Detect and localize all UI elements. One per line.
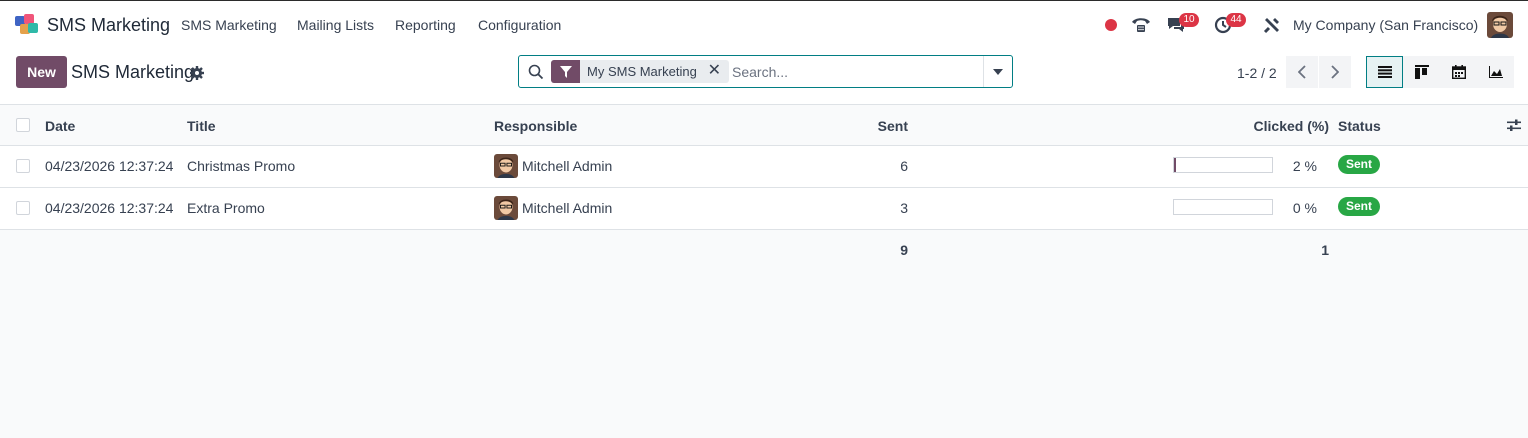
messages-count-badge: 10 — [1179, 13, 1199, 27]
breadcrumb: SMS Marketing — [71, 62, 195, 82]
pager-value[interactable]: 1-2 / 2 — [1237, 65, 1277, 81]
calendar-view-button[interactable] — [1440, 56, 1477, 88]
facet-close-icon[interactable]: ✕ — [708, 63, 721, 79]
menu-reporting[interactable]: Reporting — [395, 17, 456, 33]
select-all-checkbox[interactable] — [16, 118, 30, 132]
table-row[interactable]: 04/23/2026 12:37:24 Christmas Promo Mitc… — [0, 146, 1528, 188]
row-clicked: 0 % — [1292, 200, 1317, 216]
column-status[interactable]: Status — [1338, 118, 1381, 134]
filter-icon — [551, 60, 580, 83]
list-totals-row: 9 1 — [0, 230, 1528, 268]
table-row[interactable]: 04/23/2026 12:37:24 Extra Promo Mitchell… — [0, 188, 1528, 230]
total-sent: 9 — [900, 242, 908, 258]
kanban-view-button[interactable] — [1403, 56, 1440, 88]
progress-fill — [1174, 158, 1176, 172]
list-view-icon — [1377, 66, 1392, 78]
company-switcher[interactable]: My Company (San Francisco) — [1293, 17, 1478, 33]
activities-count-badge: 44 — [1226, 13, 1246, 27]
row-responsible: Mitchell Admin — [494, 154, 612, 178]
debug-tools-icon[interactable] — [1260, 13, 1284, 37]
search-icon[interactable] — [528, 64, 544, 80]
row-checkbox[interactable] — [16, 201, 30, 215]
search-input[interactable] — [732, 61, 982, 83]
phone-icon[interactable] — [1129, 13, 1153, 37]
avatar[interactable] — [494, 196, 518, 220]
row-checkbox[interactable] — [16, 159, 30, 173]
row-date: 04/23/2026 12:37:24 — [45, 158, 174, 174]
status-badge: Sent — [1338, 197, 1381, 216]
column-date[interactable]: Date — [45, 118, 75, 134]
row-date: 04/23/2026 12:37:24 — [45, 200, 174, 216]
list-view-button[interactable] — [1366, 56, 1403, 88]
user-avatar[interactable] — [1487, 12, 1513, 38]
facet-label: My SMS Marketing — [587, 64, 697, 79]
row-title: Christmas Promo — [187, 158, 296, 174]
area-chart-icon — [1488, 66, 1503, 78]
responsible-name: Mitchell Admin — [522, 200, 613, 216]
clicked-progress-bar — [1173, 199, 1273, 215]
list-header: Date Title Responsible Sent Clicked (%) … — [0, 105, 1528, 146]
app-name[interactable]: SMS Marketing — [47, 15, 170, 36]
graph-view-button[interactable] — [1477, 56, 1514, 88]
menu-configuration[interactable]: Configuration — [478, 17, 561, 33]
row-sent: 6 — [900, 158, 908, 174]
responsible-name: Mitchell Admin — [522, 158, 613, 174]
row-clicked: 2 % — [1292, 158, 1317, 174]
caret-down-icon — [993, 68, 1003, 75]
calendar-view-icon — [1451, 65, 1466, 79]
sms-marketing-app-icon[interactable] — [15, 14, 39, 36]
optional-columns-icon[interactable] — [1507, 119, 1521, 132]
row-title: Extra Promo — [187, 200, 265, 216]
sms-mailing-list: Date Title Responsible Sent Clicked (%) … — [0, 105, 1528, 268]
column-title[interactable]: Title — [187, 118, 216, 134]
control-panel: New SMS Marketing My SMS Marketing ✕ 1-2… — [0, 48, 1528, 105]
column-sent[interactable]: Sent — [878, 118, 908, 134]
column-clicked[interactable]: Clicked (%) — [1254, 118, 1329, 134]
search-bar: My SMS Marketing ✕ — [518, 55, 1013, 88]
avatar[interactable] — [494, 154, 518, 178]
chevron-right-icon — [1331, 65, 1339, 79]
column-responsible[interactable]: Responsible — [494, 118, 577, 134]
search-options-toggle[interactable] — [983, 56, 1012, 87]
chevron-left-icon — [1298, 65, 1306, 79]
pager-next-button[interactable] — [1319, 56, 1351, 88]
row-responsible: Mitchell Admin — [494, 196, 612, 220]
kanban-view-icon — [1414, 65, 1429, 79]
recording-indicator-icon[interactable] — [1099, 13, 1123, 37]
menu-mailing-lists[interactable]: Mailing Lists — [297, 17, 374, 33]
clicked-progress-bar — [1173, 157, 1273, 173]
gear-icon[interactable] — [190, 66, 204, 80]
top-navbar: SMS Marketing SMS Marketing Mailing List… — [0, 0, 1528, 48]
row-sent: 3 — [900, 200, 908, 216]
menu-sms-marketing[interactable]: SMS Marketing — [181, 17, 277, 33]
pager-previous-button[interactable] — [1286, 56, 1318, 88]
new-button[interactable]: New — [16, 56, 67, 88]
search-facet: My SMS Marketing ✕ — [551, 60, 729, 83]
total-clicked: 1 — [1321, 242, 1329, 258]
status-badge: Sent — [1338, 155, 1381, 174]
